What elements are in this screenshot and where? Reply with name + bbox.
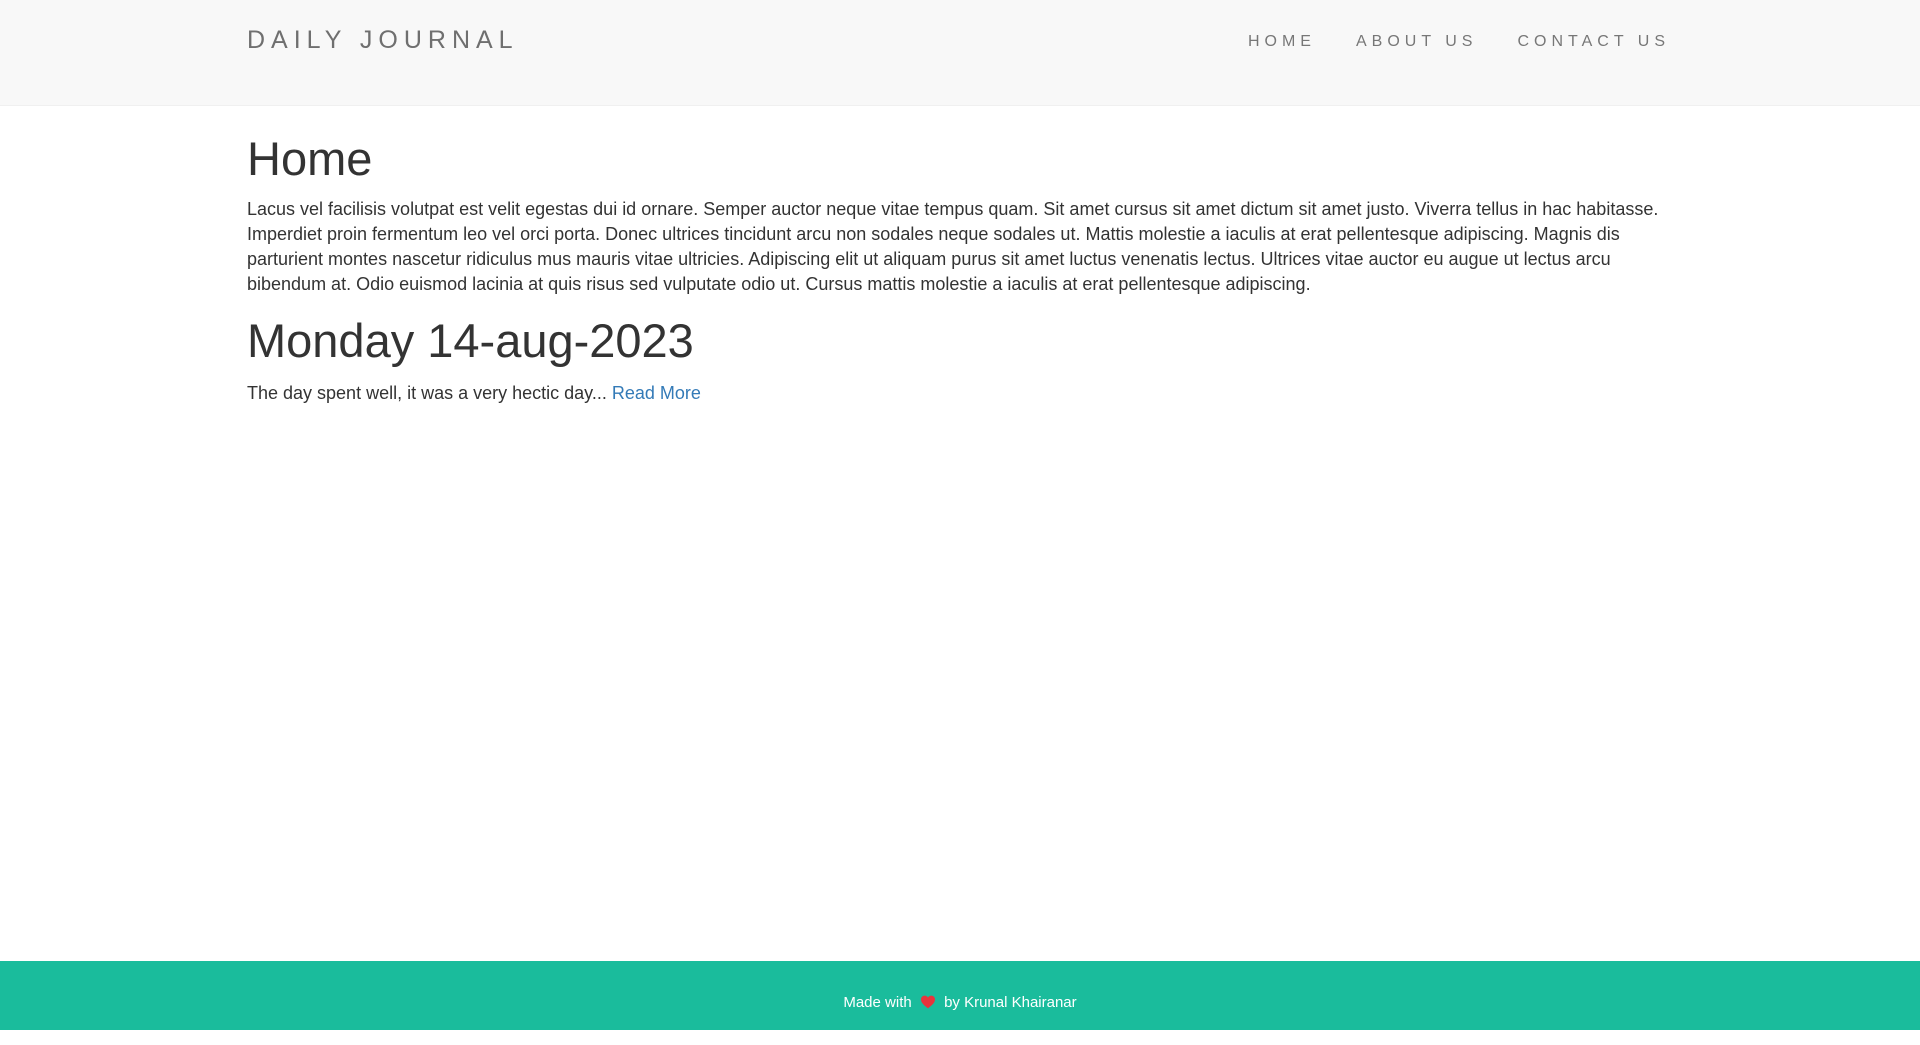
footer-prefix: Made with bbox=[843, 994, 912, 1011]
nav-link-home[interactable]: HOME bbox=[1248, 33, 1316, 50]
read-more-link[interactable]: Read More bbox=[612, 383, 701, 403]
nav-item-home: HOME bbox=[1248, 33, 1316, 51]
footer: Made with by Krunal Khairanar bbox=[0, 961, 1920, 1030]
post: Monday 14-aug-2023 The day spent well, i… bbox=[247, 311, 1673, 406]
footer-author: by Krunal Khairanar bbox=[944, 994, 1077, 1011]
nav-link-about-us[interactable]: ABOUT US bbox=[1356, 33, 1478, 50]
brand-logo[interactable]: DAILY JOURNAL bbox=[247, 26, 519, 55]
nav-link-contact-us[interactable]: CONTACT US bbox=[1517, 33, 1670, 50]
page-title: Home bbox=[247, 132, 373, 185]
post-excerpt: The day spent well, it was a very hectic… bbox=[247, 383, 607, 403]
nav-item-about: ABOUT US bbox=[1356, 33, 1478, 51]
nav-item-contact: CONTACT US bbox=[1517, 33, 1670, 51]
heart-icon bbox=[920, 995, 935, 1009]
nav-menu: HOME ABOUT US CONTACT US bbox=[1248, 33, 1670, 51]
intro-paragraph: Lacus vel facilisis volutpat est velit e… bbox=[247, 199, 1659, 294]
navbar: DAILY JOURNAL HOME ABOUT US CONTACT US bbox=[0, 0, 1920, 106]
post-title: Monday 14-aug-2023 bbox=[247, 314, 694, 367]
main-content: Home Lacus vel facilisis volutpat est ve… bbox=[247, 105, 1673, 406]
post-excerpt-line: The day spent well, it was a very hectic… bbox=[247, 381, 1673, 406]
